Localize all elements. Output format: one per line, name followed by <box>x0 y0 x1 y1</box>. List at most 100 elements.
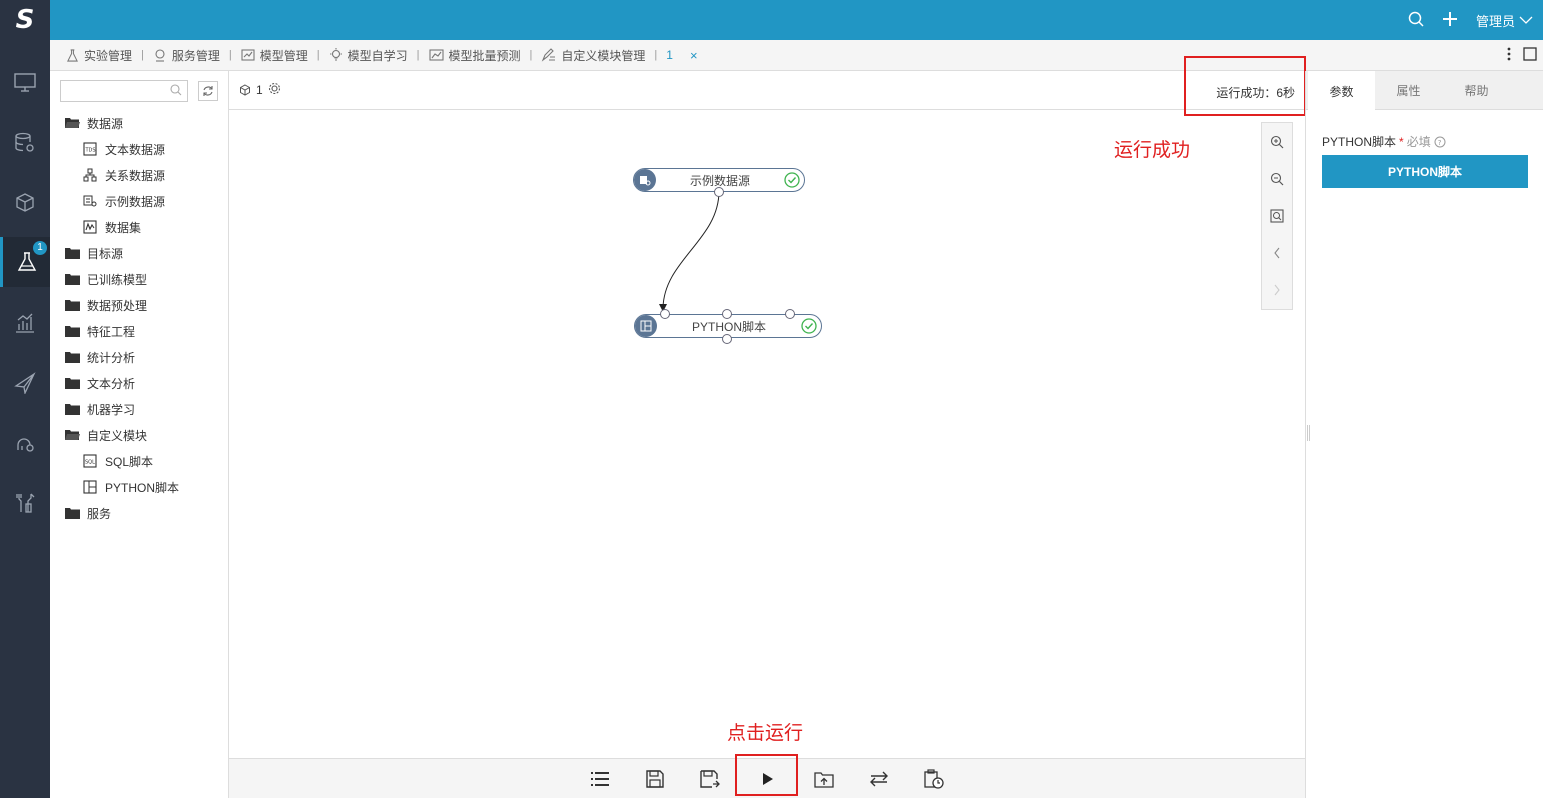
tab-experiment-management[interactable]: 实验管理 <box>66 47 132 64</box>
required-text: 必填 <box>1406 135 1431 149</box>
save-as-icon[interactable] <box>697 767 723 791</box>
folder-icon <box>65 350 81 364</box>
close-icon[interactable]: × <box>690 48 698 63</box>
param-field-label: PYTHON脚本 * 必填 ? <box>1322 133 1446 150</box>
swap-icon[interactable] <box>866 767 892 791</box>
tree-folder-statistical-analysis[interactable]: 统计分析 <box>50 344 229 370</box>
tree-folder-service[interactable]: 服务 <box>50 500 229 526</box>
tab-help[interactable]: 帮助 <box>1443 71 1510 110</box>
folder-icon <box>65 402 81 416</box>
tree-item-label: 示例数据源 <box>105 194 166 209</box>
search-icon[interactable] <box>170 84 182 99</box>
tree-folder-data-source[interactable]: 数据源 <box>50 110 229 136</box>
output-port[interactable] <box>722 334 732 344</box>
tree-item-sql-script[interactable]: SQL SQL脚本 <box>50 448 229 474</box>
tree-folder-text-analysis[interactable]: 文本分析 <box>50 370 229 396</box>
tab-model-management[interactable]: 模型管理 <box>241 47 308 64</box>
panel-resize-handle[interactable] <box>1307 425 1310 441</box>
tree-item-python-script[interactable]: PYTHON脚本 <box>50 474 229 500</box>
tree-item-dataset[interactable]: 数据集 <box>50 214 229 240</box>
relation-icon <box>83 168 99 182</box>
tree-item-label: 已训练模型 <box>87 272 148 287</box>
folder-icon <box>65 506 81 520</box>
deploy-icon[interactable] <box>811 767 837 791</box>
tree-item-label: 数据预处理 <box>87 298 148 313</box>
app-logo[interactable]: S <box>0 0 50 40</box>
output-port[interactable] <box>714 187 724 197</box>
tree-item-label: 特征工程 <box>87 324 136 339</box>
tree-item-label: 自定义模块 <box>87 428 148 443</box>
tab-label: 模型自学习 <box>347 48 408 63</box>
tree-item-sample-data-source[interactable]: 示例数据源 <box>50 188 229 214</box>
component-tree-panel: 数据源 TDS 文本数据源 关系数据源 示例数据源 数据集 目标源 已训练模型 <box>50 71 229 798</box>
tree-item-text-data-source[interactable]: TDS 文本数据源 <box>50 136 229 162</box>
chevron-left-icon[interactable] <box>1262 234 1292 271</box>
schedule-icon[interactable] <box>921 767 947 791</box>
annotation-run-success: 运行成功 <box>1114 140 1191 161</box>
rail-model-service[interactable] <box>0 418 50 468</box>
folder-icon <box>65 324 81 338</box>
list-icon[interactable] <box>587 767 613 791</box>
required-mark: * <box>1399 134 1404 149</box>
save-icon[interactable] <box>642 767 668 791</box>
monitor-icon <box>14 73 36 92</box>
tree-folder-custom-module[interactable]: 自定义模块 <box>50 422 229 448</box>
folder-open-icon <box>65 116 81 130</box>
zoom-toolbar <box>1261 122 1293 310</box>
tab-current-experiment[interactable]: 1 × <box>666 48 697 63</box>
rail-monitor[interactable] <box>0 58 50 108</box>
tab-custom-module-management[interactable]: 自定义模块管理 <box>541 47 645 64</box>
tab-model-batch-prediction[interactable]: 模型批量预测 <box>428 47 521 64</box>
rail-cube[interactable] <box>0 178 50 228</box>
success-check-icon <box>784 172 800 188</box>
rail-chart[interactable] <box>0 298 50 348</box>
tree-folder-trained-models[interactable]: 已训练模型 <box>50 266 229 292</box>
more-vertical-icon[interactable] <box>1507 47 1511 64</box>
help-circle-icon[interactable]: ? <box>1434 136 1446 148</box>
tab-label: 自定义模块管理 <box>561 48 646 63</box>
python-script-button[interactable]: PYTHON脚本 <box>1322 155 1528 188</box>
tab-service-management[interactable]: 服务管理 <box>153 47 220 64</box>
tree-folder-target-source[interactable]: 目标源 <box>50 240 229 266</box>
brain-gear-icon <box>17 438 34 452</box>
tree-item-label: SQL脚本 <box>105 454 154 469</box>
rail-experiment[interactable]: 1 <box>0 237 50 287</box>
user-menu[interactable]: 管理员 <box>1476 11 1533 30</box>
text-file-icon: TDS <box>83 142 99 156</box>
experiment-canvas[interactable]: 示例数据源 PYTHON脚本 <box>229 110 1305 758</box>
rail-database[interactable] <box>0 118 50 168</box>
tree-item-label: 机器学习 <box>87 402 136 417</box>
search-icon[interactable] <box>1408 11 1424 30</box>
tab-separator: | <box>141 49 144 61</box>
user-label: 管理员 <box>1475 13 1515 29</box>
rail-send[interactable] <box>0 358 50 408</box>
tree-folder-machine-learning[interactable]: 机器学习 <box>50 396 229 422</box>
input-port[interactable] <box>722 309 732 319</box>
fit-view-icon[interactable] <box>1262 197 1292 234</box>
tree-folder-feature-engineering[interactable]: 特征工程 <box>50 318 229 344</box>
sample-db-icon <box>83 194 99 208</box>
input-port[interactable] <box>660 309 670 319</box>
tab-attributes[interactable]: 属性 <box>1375 71 1442 110</box>
tree-folder-data-preprocessing[interactable]: 数据预处理 <box>50 292 229 318</box>
rail-tools[interactable] <box>0 478 50 528</box>
zoom-in-icon[interactable] <box>1262 123 1292 160</box>
tree-item-relational-data-source[interactable]: 关系数据源 <box>50 162 229 188</box>
zoom-out-icon[interactable] <box>1262 160 1292 197</box>
python-layout-icon <box>83 480 99 494</box>
tab-parameters[interactable]: 参数 <box>1308 71 1375 111</box>
folder-icon <box>65 246 81 260</box>
left-nav-rail: 1 <box>0 40 50 798</box>
settings-gear-icon[interactable] <box>268 82 281 98</box>
add-icon[interactable] <box>1442 11 1458 30</box>
tab-model-self-learning[interactable]: 模型自学习 <box>329 47 408 64</box>
tab-label: 模型管理 <box>259 48 308 63</box>
refresh-button[interactable] <box>198 81 218 101</box>
input-port[interactable] <box>785 309 795 319</box>
chevron-right-icon[interactable] <box>1262 271 1292 308</box>
tree-search-input[interactable] <box>61 81 161 101</box>
tools-icon <box>16 493 35 513</box>
maximize-icon[interactable] <box>1523 46 1537 64</box>
module-tab-bar: 实验管理 | 服务管理 | 模型管理 | 模型自学习 | 模型批量预测 | 自定… <box>50 40 1543 71</box>
experiment-badge: 1 <box>33 241 47 255</box>
